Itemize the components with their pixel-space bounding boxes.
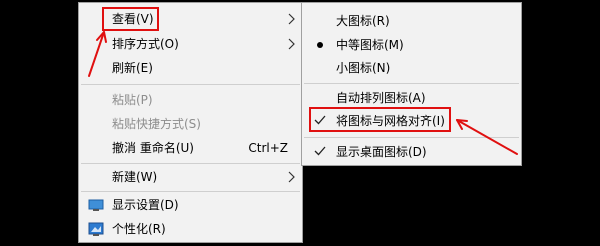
arrow-to-align-icon bbox=[456, 119, 518, 155]
annotation-arrows bbox=[88, 31, 518, 155]
arrow-to-view-icon bbox=[88, 31, 105, 77]
